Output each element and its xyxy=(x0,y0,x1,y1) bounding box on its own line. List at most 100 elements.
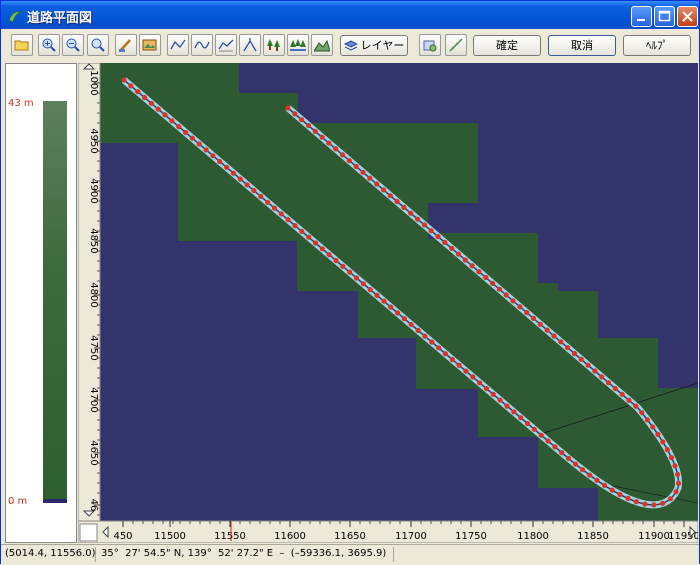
road-point[interactable] xyxy=(347,269,353,275)
title-bar[interactable]: 道路平面図 xyxy=(1,1,699,29)
road-point[interactable] xyxy=(497,397,503,403)
road-point[interactable] xyxy=(470,374,476,380)
road-point[interactable] xyxy=(503,292,509,298)
road-point[interactable] xyxy=(155,106,161,112)
minimize-button[interactable] xyxy=(631,6,652,27)
road-point[interactable] xyxy=(571,350,577,357)
road-point[interactable] xyxy=(675,471,681,477)
road-point[interactable] xyxy=(258,193,264,199)
road-point[interactable] xyxy=(292,111,298,117)
road-point[interactable] xyxy=(428,228,434,234)
road-point[interactable] xyxy=(664,447,671,453)
road-point[interactable] xyxy=(169,118,175,124)
road-point[interactable] xyxy=(346,158,352,164)
zoom-fit-button[interactable] xyxy=(87,34,109,56)
road-point[interactable] xyxy=(203,147,209,153)
road-point[interactable] xyxy=(544,327,550,333)
branch-button[interactable] xyxy=(239,34,261,56)
road-point[interactable] xyxy=(381,298,387,304)
open-file-button[interactable] xyxy=(11,34,33,56)
road-point[interactable] xyxy=(496,286,502,292)
road-point[interactable] xyxy=(442,239,448,245)
road-point[interactable] xyxy=(545,438,551,444)
road-point[interactable] xyxy=(483,274,489,281)
road-point[interactable] xyxy=(537,321,543,327)
road-point[interactable] xyxy=(518,415,524,421)
road-point[interactable] xyxy=(312,240,319,246)
road-point[interactable] xyxy=(387,193,393,199)
road-point[interactable] xyxy=(530,315,537,321)
road-point[interactable] xyxy=(490,280,496,286)
road-point[interactable] xyxy=(650,424,656,430)
road-point[interactable] xyxy=(244,182,250,188)
road-point[interactable] xyxy=(667,496,674,502)
road-point[interactable] xyxy=(217,158,223,165)
road-point[interactable] xyxy=(609,487,615,493)
cancel-button[interactable]: 取消 xyxy=(548,35,616,56)
road-point[interactable] xyxy=(477,380,483,386)
polyline-button[interactable] xyxy=(167,34,189,56)
road-point[interactable] xyxy=(312,128,318,134)
road-point[interactable] xyxy=(469,263,475,269)
road-point[interactable] xyxy=(408,210,414,216)
layer-button[interactable]: レイヤー xyxy=(340,35,408,56)
road-point[interactable] xyxy=(148,100,154,106)
road-point[interactable] xyxy=(633,403,639,409)
road-point[interactable] xyxy=(429,339,435,345)
road-point[interactable] xyxy=(524,420,531,427)
road-point[interactable] xyxy=(141,94,148,101)
road-point[interactable] xyxy=(642,501,648,507)
road-point[interactable] xyxy=(639,410,645,416)
road-point[interactable] xyxy=(601,482,608,488)
road-point[interactable] xyxy=(340,152,346,158)
road-point[interactable] xyxy=(340,263,346,269)
road-point[interactable] xyxy=(388,304,394,310)
road-point[interactable] xyxy=(476,269,482,275)
road-point[interactable] xyxy=(660,439,666,445)
road-point[interactable] xyxy=(599,374,605,380)
road-point[interactable] xyxy=(524,310,530,316)
road-point[interactable] xyxy=(578,356,584,362)
road-point[interactable] xyxy=(619,391,625,397)
road-point[interactable] xyxy=(299,228,305,234)
road-point[interactable] xyxy=(592,368,598,374)
road-point[interactable] xyxy=(585,362,591,368)
road-point[interactable] xyxy=(196,141,202,147)
road-point[interactable] xyxy=(394,198,400,205)
road-point[interactable] xyxy=(265,199,271,205)
road-point[interactable] xyxy=(655,431,661,437)
road-point[interactable] xyxy=(401,204,407,210)
road-point[interactable] xyxy=(224,164,230,170)
road-point[interactable] xyxy=(612,386,618,392)
road-point[interactable] xyxy=(558,339,564,345)
road-point[interactable] xyxy=(559,450,565,456)
road-point[interactable] xyxy=(504,403,510,409)
road-point[interactable] xyxy=(579,467,586,473)
road-point[interactable] xyxy=(135,89,141,95)
road-point[interactable] xyxy=(408,321,414,328)
road-point[interactable] xyxy=(176,124,182,130)
road-point[interactable] xyxy=(367,175,373,181)
road-point[interactable] xyxy=(483,386,490,392)
zoom-out-button[interactable] xyxy=(62,34,84,56)
road-point[interactable] xyxy=(587,472,593,478)
measure-button[interactable] xyxy=(445,34,467,56)
road-point[interactable] xyxy=(511,409,517,415)
curve-button[interactable] xyxy=(191,34,213,56)
road-point[interactable] xyxy=(306,234,312,240)
road-point[interactable] xyxy=(333,257,339,264)
road-point[interactable] xyxy=(644,417,650,423)
road-point[interactable] xyxy=(538,432,544,438)
road-point[interactable] xyxy=(668,455,675,461)
edit-button[interactable] xyxy=(115,34,137,56)
road-point[interactable] xyxy=(421,222,427,228)
road-point[interactable] xyxy=(660,500,666,506)
road-point[interactable] xyxy=(333,146,339,152)
road-point[interactable] xyxy=(353,275,360,281)
road-point[interactable] xyxy=(617,491,623,498)
road-point[interactable] xyxy=(594,477,600,483)
road-point[interactable] xyxy=(128,83,134,89)
map-view[interactable]: 1000 4950 4900 4850 4800 4750 4700 4650 46 450 11… xyxy=(77,62,700,544)
road-point[interactable] xyxy=(517,304,523,310)
road-point[interactable] xyxy=(456,362,462,368)
